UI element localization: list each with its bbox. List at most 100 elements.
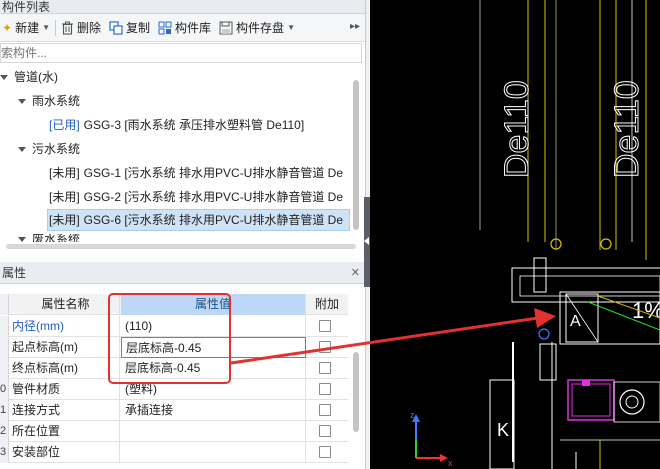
status-badge: [未用] <box>49 213 80 227</box>
cad-letter-a: A <box>570 313 581 330</box>
slope-label: 1% <box>632 298 660 323</box>
property-value[interactable]: 层底标高-0.45 <box>121 358 306 379</box>
column-header-name: 属性名称 <box>10 294 120 315</box>
property-value[interactable]: 承插连接 <box>121 400 306 421</box>
table-header: 属性名称 属性值 附加 <box>0 294 348 315</box>
property-name: 终点标高(m) <box>10 358 120 379</box>
tree-item-gsg-6[interactable]: [未用] GSG-6 [污水系统 排水用PVC-U排水静音管道 De <box>47 209 350 231</box>
property-value[interactable] <box>121 442 306 463</box>
tree-label: 污水系统 <box>32 142 81 156</box>
table-row[interactable]: 0 管件材质 (塑料) <box>0 379 348 400</box>
attach-checkbox[interactable] <box>319 341 331 353</box>
attach-checkbox[interactable] <box>319 404 331 416</box>
component-list-title: 构件列表 <box>0 0 365 14</box>
tree-label: 管道(水) <box>14 70 58 84</box>
copy-label: 复制 <box>126 21 151 35</box>
pipe-label-left: De110 <box>498 80 536 178</box>
tree-item-gsg-3[interactable]: [已用] GSG-3 [雨水系统 承压排水塑料管 De110] <box>49 114 350 136</box>
row-number <box>0 337 9 358</box>
row-number: 3 <box>0 442 9 463</box>
save-icon <box>219 21 233 34</box>
close-icon[interactable]: ✕ <box>351 262 360 284</box>
attach-checkbox[interactable] <box>319 362 331 374</box>
trash-icon <box>62 21 73 35</box>
delete-label: 删除 <box>77 21 102 35</box>
column-header-value: 属性值 <box>121 294 306 315</box>
status-badge: [已用] <box>49 118 80 132</box>
column-header-add: 附加 <box>314 297 339 311</box>
property-name: 所在位置 <box>10 421 120 442</box>
chevron-down-icon: ▼ <box>42 23 50 32</box>
property-name: 起点标高(m) <box>10 337 120 358</box>
row-number: 1 <box>0 400 9 421</box>
tree-item-waste-system[interactable]: 废水系统 <box>18 234 350 242</box>
properties-title: 属性 ✕ <box>0 262 365 284</box>
table-row[interactable]: 终点标高(m) 层底标高-0.45 <box>0 358 348 379</box>
tree-label: GSG-2 [污水系统 排水用PVC-U排水静音管道 De <box>83 190 344 204</box>
component-save-button[interactable]: 构件存盘 ▼ <box>219 19 295 36</box>
attach-checkbox[interactable] <box>319 425 331 437</box>
more-icon[interactable]: ▸▸ <box>350 21 360 32</box>
tree-item-gsg-2[interactable]: [未用] GSG-2 [污水系统 排水用PVC-U排水静音管道 De <box>49 186 350 208</box>
library-label: 构件库 <box>175 21 212 35</box>
status-badge: [未用] <box>49 166 80 180</box>
tree-horizontal-scrollbar[interactable] <box>6 244 356 249</box>
row-number: 2 <box>0 421 9 442</box>
attach-checkbox[interactable] <box>319 320 331 332</box>
chevron-down-icon: ▼ <box>287 23 295 32</box>
row-number <box>0 316 9 337</box>
status-badge: [未用] <box>49 190 80 204</box>
save-label: 构件存盘 <box>236 21 285 35</box>
delete-button[interactable]: 删除 <box>61 19 101 36</box>
pipe-label-right: De110 <box>608 80 646 178</box>
cad-letter-k: K <box>497 420 509 440</box>
row-number <box>0 358 9 379</box>
table-row[interactable]: 内径(mm) (110) <box>0 316 348 337</box>
tree-item-pipe-water[interactable]: 管道(水) <box>0 66 350 88</box>
copy-button[interactable]: 复制 <box>109 19 150 36</box>
chevron-down-icon <box>0 74 8 80</box>
row-number: 0 <box>0 379 9 400</box>
new-button[interactable]: ✦ 新建 ▼ <box>2 19 50 36</box>
property-name: 连接方式 <box>10 400 120 421</box>
property-value[interactable]: (塑料) <box>121 379 306 400</box>
left-panel: 构件列表 ✦ 新建 ▼ 删除 复制 构件库 构件存盘 ▼ ▸▸ 索构件... 管… <box>0 0 366 469</box>
tree-label: 废水系统 <box>32 234 81 242</box>
component-toolbar: ✦ 新建 ▼ 删除 复制 构件库 构件存盘 ▼ ▸▸ <box>0 14 365 42</box>
tree-label: GSG-1 [污水系统 排水用PVC-U排水静音管道 De <box>83 166 344 180</box>
property-name: 安装部位 <box>10 442 120 463</box>
table-row[interactable]: 2 所在位置 <box>0 421 348 442</box>
component-search-input[interactable] <box>0 43 362 63</box>
attach-checkbox[interactable] <box>319 383 331 395</box>
copy-icon <box>109 20 123 35</box>
table-row[interactable]: 1 连接方式 承插连接 <box>0 400 348 421</box>
property-value[interactable]: (110) <box>121 316 306 337</box>
tree-item-gsg-1[interactable]: [未用] GSG-1 [污水系统 排水用PVC-U排水静音管道 De <box>49 162 350 184</box>
properties-scrollbar[interactable] <box>353 352 359 432</box>
table-row[interactable]: 起点标高(m) 层底标高-0.45 <box>0 337 348 358</box>
sparkle-icon: ✦ <box>2 20 13 35</box>
tree-label: GSG-3 [雨水系统 承压排水塑料管 De110] <box>83 118 305 132</box>
tree-label: 雨水系统 <box>32 94 81 108</box>
tree-label: GSG-6 [污水系统 排水用PVC-U排水静音管道 De <box>83 213 344 227</box>
chevron-down-icon <box>18 146 26 152</box>
component-tree: 管道(水) 雨水系统 [已用] GSG-3 [雨水系统 承压排水塑料管 De11… <box>0 66 350 242</box>
svg-text:x: x <box>448 458 453 468</box>
attach-checkbox[interactable] <box>319 446 331 458</box>
property-value[interactable] <box>121 421 306 442</box>
cad-canvas[interactable]: De110 De110 A 1% K <box>370 0 660 469</box>
tree-item-sewage-system[interactable]: 污水系统 <box>18 138 350 160</box>
property-name: 管件材质 <box>10 379 120 400</box>
chevron-down-icon <box>18 236 26 242</box>
tree-scrollbar[interactable] <box>353 80 359 230</box>
start-elevation-input[interactable]: 层底标高-0.45 <box>121 337 306 358</box>
toolbar-separator <box>55 19 56 36</box>
row-number-header <box>0 294 9 315</box>
component-library-button[interactable]: 构件库 <box>158 19 211 36</box>
property-name: 内径(mm) <box>10 316 120 337</box>
table-row[interactable]: 3 安装部位 <box>0 442 348 463</box>
tree-item-rain-system[interactable]: 雨水系统 <box>18 90 350 112</box>
chevron-down-icon <box>18 98 26 104</box>
new-label: 新建 <box>15 21 40 35</box>
cad-drawing: De110 De110 A 1% K <box>410 0 660 469</box>
